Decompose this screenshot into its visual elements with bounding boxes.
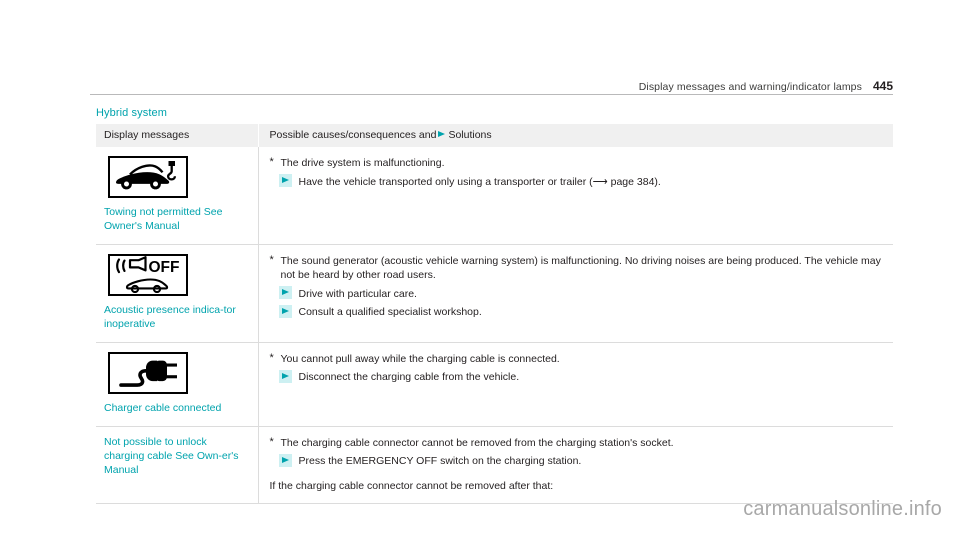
message-label: Towing not permitted See Owner's Manual <box>104 206 223 232</box>
solution-marker-icon <box>278 286 292 300</box>
cause-text: The sound generator (acoustic vehicle wa… <box>280 254 881 281</box>
solution-text: Disconnect the charging cable from the v… <box>298 371 520 384</box>
message-cell: Charger cable connected <box>96 342 259 427</box>
column-header-solutions: Possible causes/consequences and Solution… <box>258 124 893 147</box>
solution-marker-icon <box>438 131 446 137</box>
cause-bullet: * <box>269 156 274 168</box>
cause-bullet: * <box>269 351 274 364</box>
solution-text: Press the EMERGENCY OFF switch on the ch… <box>298 455 582 468</box>
message-cell: Not possible to unlock charging cable Se… <box>96 426 259 505</box>
cause-bullet: * <box>269 435 274 448</box>
display-messages-table: Display messages Possible causes/consequ… <box>96 124 893 505</box>
table-header-row: Display messages Possible causes/consequ… <box>96 124 893 147</box>
towing-not-permitted-glyph <box>116 161 177 190</box>
section-heading-label: Hybrid system <box>96 107 167 119</box>
cause-text: The drive system is malfunctioning. <box>280 157 445 169</box>
header-title: Display messages and warning/indicator l… <box>638 80 862 93</box>
cause-line: * You cannot pull away while the chargin… <box>270 352 888 366</box>
solution-marker-icon <box>278 369 292 383</box>
note-text: If the charging cable connector cannot b… <box>269 480 554 493</box>
solution-text: Drive with particular care. <box>298 287 417 300</box>
page-number: 445 <box>872 79 893 93</box>
cause-text: You cannot pull away while the charging … <box>280 352 560 365</box>
message-label: Charger cable connected <box>104 401 222 414</box>
solution-line: Have the vehicle transported only using … <box>270 174 888 189</box>
solutions-cell: * The drive system is malfunctioning. Ha… <box>258 147 893 245</box>
solution-line: Press the EMERGENCY OFF switch on the ch… <box>270 453 888 469</box>
solution-marker-icon <box>278 304 292 318</box>
message-cell: Towing not permitted See Owner's Manual <box>96 147 259 245</box>
towing-not-permitted-icon <box>108 156 188 198</box>
message-label: Acoustic presence indica-tor inoperative <box>104 303 236 330</box>
table-row: Towing not permitted See Owner's Manual … <box>96 147 893 245</box>
solutions-cell: * The charging cable connector cannot be… <box>258 426 893 505</box>
message-label: Not possible to unlock charging cable Se… <box>104 435 239 476</box>
acoustic-presence-off-glyph: OFF <box>116 256 180 293</box>
column-header-solutions-suffix: Solutions <box>448 129 492 141</box>
solution-text: Have the vehicle transported only using … <box>298 175 661 188</box>
solution-line: Consult a qualified specialist workshop. <box>270 304 888 320</box>
column-header-solutions-prefix: Possible causes/consequences and <box>269 129 437 141</box>
charger-cable-plug-glyph <box>119 360 177 387</box>
message-cell: OFF Acoustic presence indica-tor inopera… <box>96 244 259 343</box>
cause-line: * The charging cable connector cannot be… <box>270 436 888 450</box>
cause-text: The charging cable connector cannot be r… <box>280 436 674 449</box>
table-row: Not possible to unlock charging cable Se… <box>96 426 893 505</box>
solution-marker-icon <box>278 453 292 467</box>
solution-marker-icon <box>278 174 292 188</box>
table-row: OFF Acoustic presence indica-tor inopera… <box>96 244 893 343</box>
solution-text: Consult a qualified specialist workshop. <box>298 306 482 319</box>
cause-bullet: * <box>269 253 274 266</box>
svg-text:OFF: OFF <box>149 259 180 276</box>
acoustic-presence-off-icon: OFF <box>108 253 188 296</box>
charger-cable-plug-icon <box>108 351 188 394</box>
watermark: carmanualsonline.info <box>743 498 942 520</box>
table-row: Charger cable connected * You cannot pul… <box>96 342 893 427</box>
solution-line: Drive with particular care. <box>270 286 888 301</box>
solution-line: Disconnect the charging cable from the v… <box>270 369 888 385</box>
section-heading: Hybrid system <box>96 103 893 125</box>
solutions-cell: * You cannot pull away while the chargin… <box>258 342 893 427</box>
cause-line: * The drive system is malfunctioning. <box>270 156 888 170</box>
cause-line: * The sound generator (acoustic vehicle … <box>270 254 888 282</box>
solutions-cell: * The sound generator (acoustic vehicle … <box>258 244 893 343</box>
page-running-header: Display messages and warning/indicator l… <box>90 70 893 95</box>
column-header-display-messages: Display messages <box>96 124 259 147</box>
